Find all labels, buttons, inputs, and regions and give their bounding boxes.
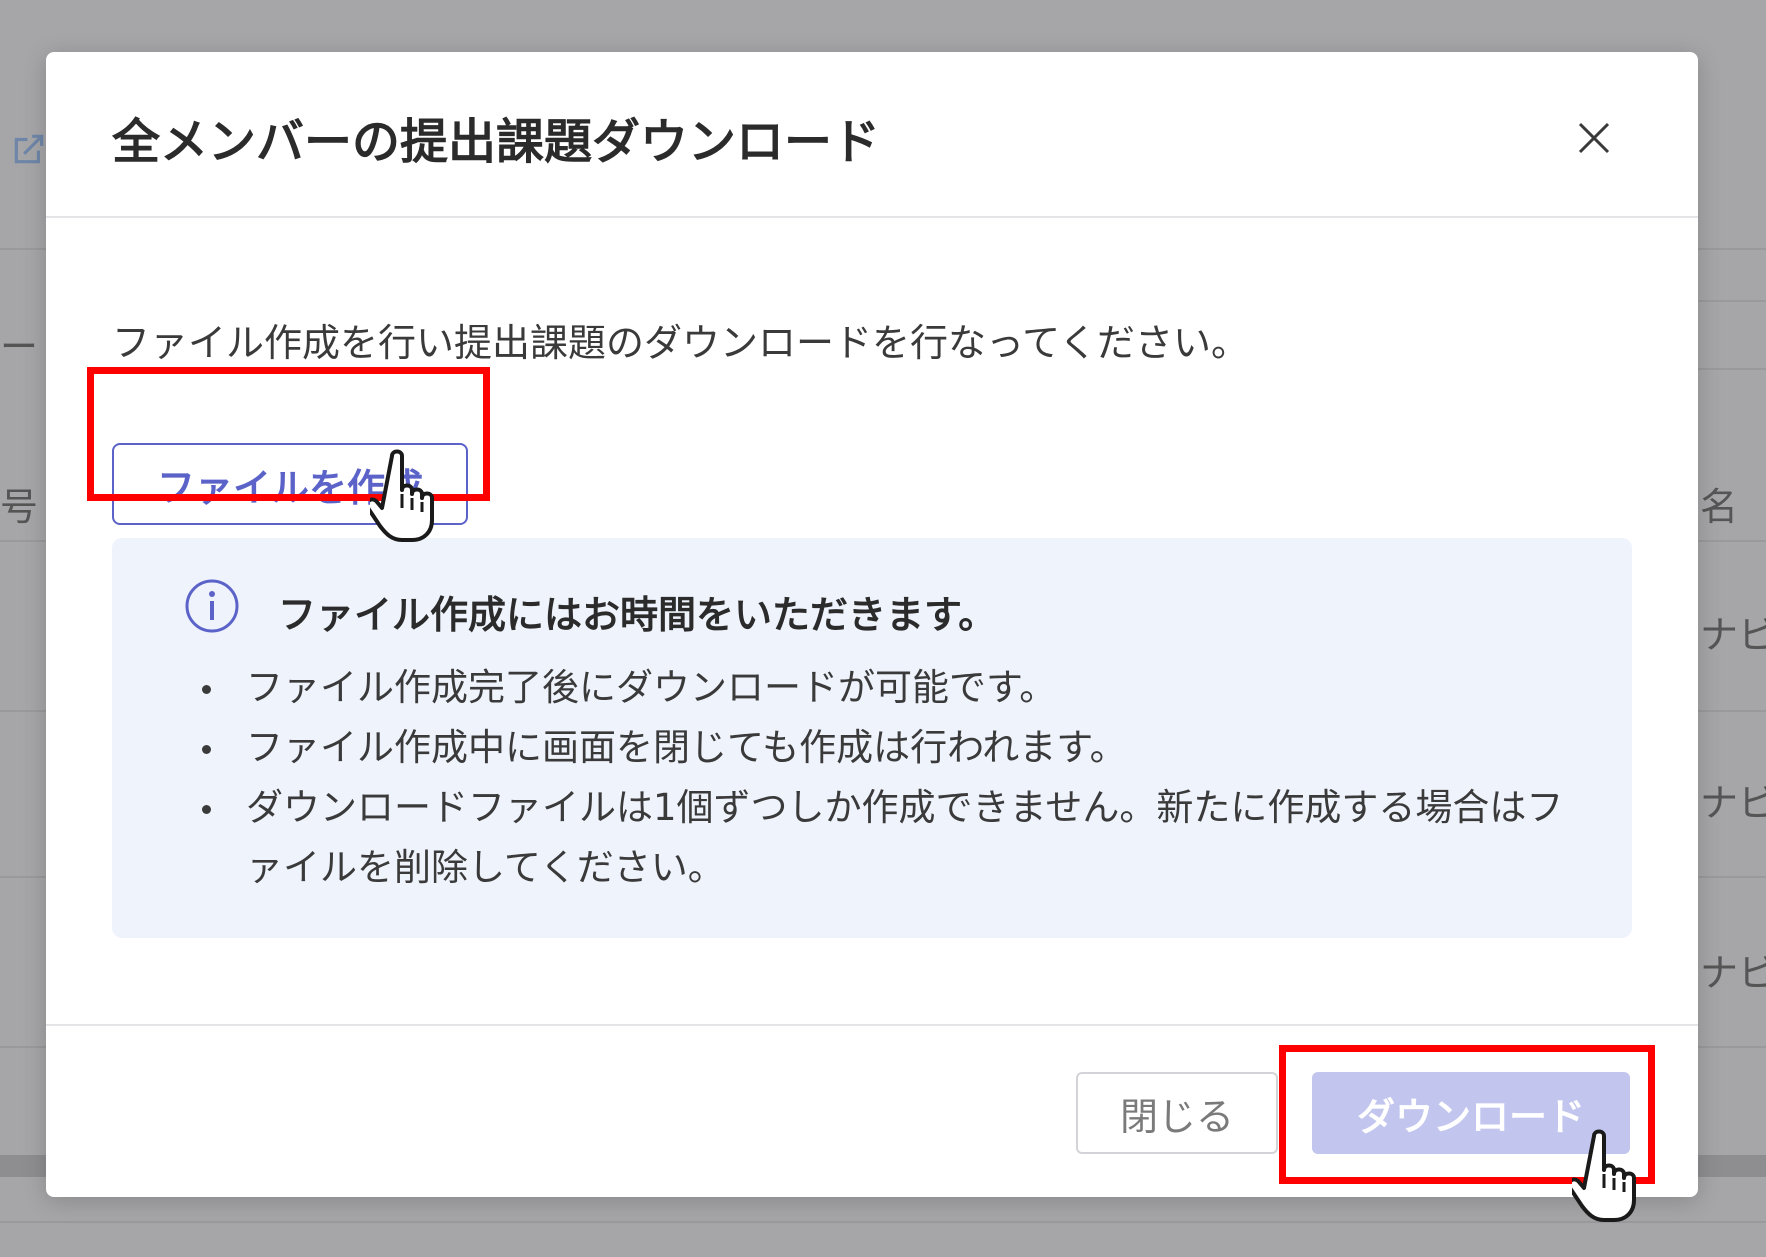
info-heading: ファイル作成にはお時間をいただきます。 (278, 593, 997, 637)
info-list-item: ダウンロードファイルは1個ずつしか作成できません。新たに作成する場合はファイルを… (200, 778, 1600, 898)
background-footer (0, 1221, 1766, 1257)
dialog-close-button[interactable] (1566, 110, 1622, 166)
create-file-button[interactable]: ファイルを作成 (112, 443, 468, 525)
external-link-icon (14, 134, 44, 164)
info-panel: ファイル作成にはお時間をいただきます。 ファイル作成完了後にダウンロードが可能で… (112, 538, 1632, 938)
info-circle-icon (185, 579, 239, 633)
dialog-title: 全メンバーの提出課題ダウンロード (112, 114, 881, 170)
background-text: ナビ (1700, 613, 1766, 657)
intro-text: ファイル作成を行い提出課題のダウンロードを行なってください。 (112, 321, 1249, 365)
background-text: 名 (1700, 485, 1739, 529)
info-list: ファイル作成完了後にダウンロードが可能です。 ファイル作成中に画面を閉じても作成… (200, 658, 1600, 898)
background-text: 号 (0, 485, 39, 529)
close-button[interactable]: 閉じる (1076, 1072, 1278, 1154)
background-text: ナビ (1700, 781, 1766, 825)
background-divider (1698, 300, 1766, 302)
background-divider (1698, 368, 1766, 370)
info-list-item: ファイル作成完了後にダウンロードが可能です。 (200, 658, 1600, 718)
dialog-header: 全メンバーの提出課題ダウンロード (46, 52, 1698, 218)
dialog-footer: 閉じる ダウンロード (46, 1024, 1698, 1197)
info-list-item: ファイル作成中に画面を閉じても作成は行われます。 (200, 718, 1600, 778)
background-text: ー (0, 325, 39, 369)
dialog-body: ファイル作成を行い提出課題のダウンロードを行なってください。 ファイルを作成 フ… (46, 220, 1698, 1076)
background-text: ナビ (1700, 951, 1766, 995)
download-button[interactable]: ダウンロード (1312, 1072, 1630, 1154)
close-icon (1578, 122, 1610, 154)
download-dialog: 全メンバーの提出課題ダウンロード ファイル作成を行い提出課題のダウンロードを行な… (46, 52, 1698, 1197)
